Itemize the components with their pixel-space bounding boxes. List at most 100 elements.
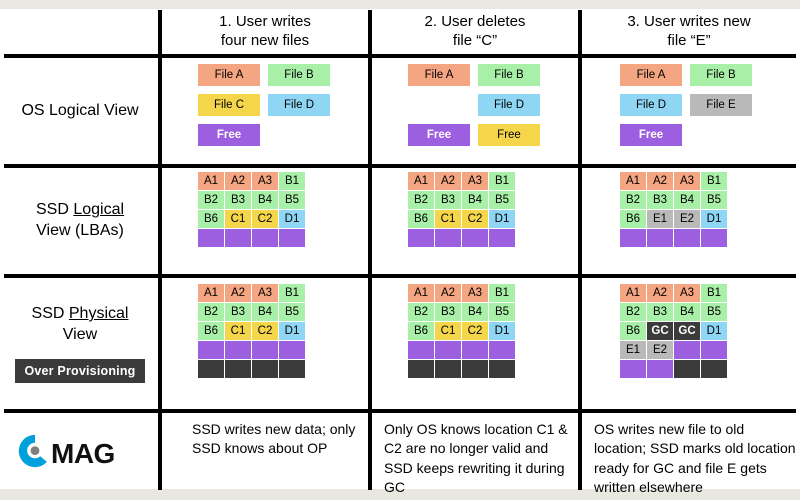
ssd-logical-cell: B4: [674, 191, 700, 209]
ssd-physical-grid-col3: A1 A2 A3 B1 B2 B3 B4 B5 B6 GC GC D1 E1 E2: [620, 284, 727, 378]
ssd-physical-cell: C1: [225, 322, 251, 340]
ssd-logical-cell: B5: [489, 191, 515, 209]
ssd-logical-cell: A1: [408, 172, 434, 190]
ssd-physical-cell: [674, 341, 700, 359]
ssd-physical-cell: [489, 341, 515, 359]
ssd-physical-grid-col2: A1 A2 A3 B1 B2 B3 B4 B5 B6 C1 C2 D1: [408, 284, 515, 378]
ssd-logical-cell: B3: [647, 191, 673, 209]
ssd-logical-cell: B1: [701, 172, 727, 190]
vrule-label-col1: [158, 10, 162, 490]
ssd-logical-cell: D1: [701, 210, 727, 228]
ssd-physical-cell: [225, 360, 251, 378]
ssd-logical-cell: A1: [198, 172, 224, 190]
ssd-logical-cell: B3: [225, 191, 251, 209]
os-chip-gap: [260, 124, 268, 146]
ssd-physical-cell: [408, 360, 434, 378]
ssd-physical-cell: GC: [647, 322, 673, 340]
ssd-physical-cell: B6: [408, 322, 434, 340]
ssd-physical-cell: B6: [620, 322, 646, 340]
ssd-logical-cell: [225, 229, 251, 247]
c-swirl-icon: [16, 432, 54, 475]
ssd-logical-cell: B6: [198, 210, 224, 228]
ssd-physical-cell: A1: [198, 284, 224, 302]
ssd-logical-label-pre: SSD: [35, 201, 74, 219]
os-file-block: File B: [478, 64, 540, 86]
ssd-logical-grid-col2: A1 A2 A3 B1 B2 B3 B4 B5 B6 C1 C2 D1: [408, 172, 515, 247]
ssd-physical-label-line2: View: [62, 325, 98, 343]
ssd-physical-cell: A3: [462, 284, 488, 302]
ssd-logical-cell: D1: [489, 210, 515, 228]
diagram-canvas: 1. User writes four new files 2. User de…: [0, 0, 800, 500]
os-file-block: File B: [690, 64, 752, 86]
ssd-logical-cell: B1: [279, 172, 305, 190]
ssd-logical-cell: [408, 229, 434, 247]
ssd-physical-label-underlined: Physical: [68, 305, 129, 323]
vrule-col1-col2: [368, 10, 372, 490]
os-file-block: File D: [478, 94, 540, 116]
ssd-physical-cell: [647, 360, 673, 378]
column-header-2-line1: 2. User deletes: [424, 13, 526, 31]
os-file-block-empty: [408, 94, 470, 116]
os-file-block: File D: [620, 94, 682, 116]
logo-text: MAG: [51, 437, 115, 469]
ssd-physical-cell: B5: [701, 303, 727, 321]
os-file-block-empty: [690, 124, 752, 146]
os-chip-gap: [470, 124, 478, 146]
column-header-2-line2: file “C”: [452, 32, 498, 49]
ssd-logical-cell: A1: [620, 172, 646, 190]
ssd-physical-cell: B1: [489, 284, 515, 302]
os-file-block: Free: [408, 124, 470, 146]
column-header-3-line2: file “E”: [667, 32, 711, 49]
ssd-physical-cell: A2: [647, 284, 673, 302]
ssd-physical-cell: [674, 360, 700, 378]
ssd-physical-cell: [489, 360, 515, 378]
column-header-3-line1: 3. User writes new: [627, 13, 751, 31]
ssd-physical-cell: [462, 360, 488, 378]
ssd-physical-cell: [279, 360, 305, 378]
ssd-logical-cell: [279, 229, 305, 247]
ssd-logical-cell: [674, 229, 700, 247]
ssd-logical-cell: B4: [252, 191, 278, 209]
ssd-logical-cell: C2: [462, 210, 488, 228]
ssd-logical-cell: A3: [674, 172, 700, 190]
os-file-block: Free: [198, 124, 260, 146]
hrule-physical-caption: [4, 409, 796, 413]
ssd-physical-cell: B4: [674, 303, 700, 321]
ssd-logical-cell: [620, 229, 646, 247]
ssd-physical-cell: D1: [279, 322, 305, 340]
column-header-1-line1: 1. User writes: [219, 13, 311, 31]
ssd-physical-cell: B4: [252, 303, 278, 321]
ssd-logical-cell: A3: [462, 172, 488, 190]
caption-col3: OS writes new file to old location; SSD …: [594, 421, 796, 495]
ssd-logical-cell: C1: [435, 210, 461, 228]
ssd-logical-cell: D1: [279, 210, 305, 228]
ssd-physical-cell: [252, 341, 278, 359]
ssd-logical-label-line2: View (LBAs): [36, 222, 124, 239]
ssd-logical-cell: B1: [489, 172, 515, 190]
ssd-physical-cell: B6: [198, 322, 224, 340]
ssd-physical-cell: B2: [198, 303, 224, 321]
ssd-physical-cell: A3: [252, 284, 278, 302]
ssd-logical-cell: B5: [701, 191, 727, 209]
ssd-physical-cell: [435, 360, 461, 378]
os-file-block: Free: [478, 124, 540, 146]
os-file-block: File B: [268, 64, 330, 86]
ssd-physical-cell: B5: [279, 303, 305, 321]
ssd-physical-cell: D1: [701, 322, 727, 340]
ssd-physical-cell: [252, 360, 278, 378]
ssd-physical-cell: B1: [701, 284, 727, 302]
vrule-col2-col3: [578, 10, 582, 490]
os-file-block: File E: [690, 94, 752, 116]
ssd-physical-cell: E1: [620, 341, 646, 359]
ssd-logical-cell: E1: [647, 210, 673, 228]
os-file-block: File A: [620, 64, 682, 86]
ssd-physical-cell: [462, 341, 488, 359]
row-label-ssd-logical-view: SSD Logical View (LBAs): [4, 168, 156, 274]
ssd-physical-label-pre: SSD: [31, 305, 69, 323]
ssd-logical-cell: C1: [225, 210, 251, 228]
ssd-physical-cell: B1: [279, 284, 305, 302]
ssd-physical-cell: A3: [674, 284, 700, 302]
ssd-physical-cell: A1: [620, 284, 646, 302]
ssd-physical-cell: [701, 360, 727, 378]
ssd-logical-cell: C2: [252, 210, 278, 228]
